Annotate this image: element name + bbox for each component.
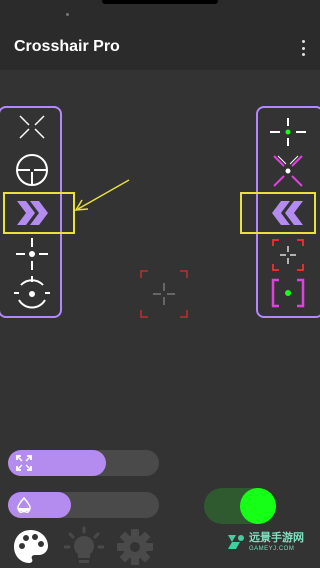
magenta-bracket-green-dot-icon[interactable] — [270, 278, 306, 308]
camera-notch — [102, 0, 218, 4]
lightbulb-icon[interactable] — [63, 526, 105, 568]
red-bracket-cross-icon[interactable] — [270, 238, 306, 272]
watermark: 远景手游网 GAMEYJ.COM — [226, 532, 304, 552]
circle-dot-crosshair-icon[interactable] — [14, 276, 50, 312]
palette-icon[interactable] — [12, 528, 50, 568]
watermark-logo-icon — [228, 535, 244, 549]
opacity-slider[interactable] — [8, 492, 159, 518]
size-slider[interactable] — [8, 450, 159, 476]
status-dot — [66, 13, 69, 16]
watermark-cn: 远景手游网 — [249, 531, 304, 544]
gear-icon[interactable] — [116, 528, 154, 568]
status-bar — [0, 0, 320, 26]
scope-circle-crosshair-icon[interactable] — [14, 152, 50, 188]
toggle-knob — [240, 488, 276, 524]
app-title: Crosshair Pro — [14, 38, 120, 55]
app-bar: Crosshair Pro — [0, 26, 320, 70]
x-crosshair-icon[interactable] — [14, 114, 50, 140]
expand-icon — [16, 455, 32, 476]
crosshair-preview — [140, 270, 188, 323]
more-vert-icon[interactable] — [300, 40, 306, 56]
chevron-left-double-icon[interactable] — [270, 198, 306, 228]
dot-cross-crosshair-icon[interactable] — [14, 238, 50, 272]
chevron-right-double-icon[interactable] — [15, 198, 51, 228]
watermark-en: GAMEYJ.COM — [249, 545, 295, 552]
green-dot-cross-icon[interactable] — [270, 118, 306, 146]
opacity-drop-icon — [16, 496, 32, 518]
magenta-x-dot-icon[interactable] — [270, 154, 306, 188]
pointer-arrow — [74, 179, 130, 211]
overlay-toggle[interactable] — [204, 488, 276, 524]
